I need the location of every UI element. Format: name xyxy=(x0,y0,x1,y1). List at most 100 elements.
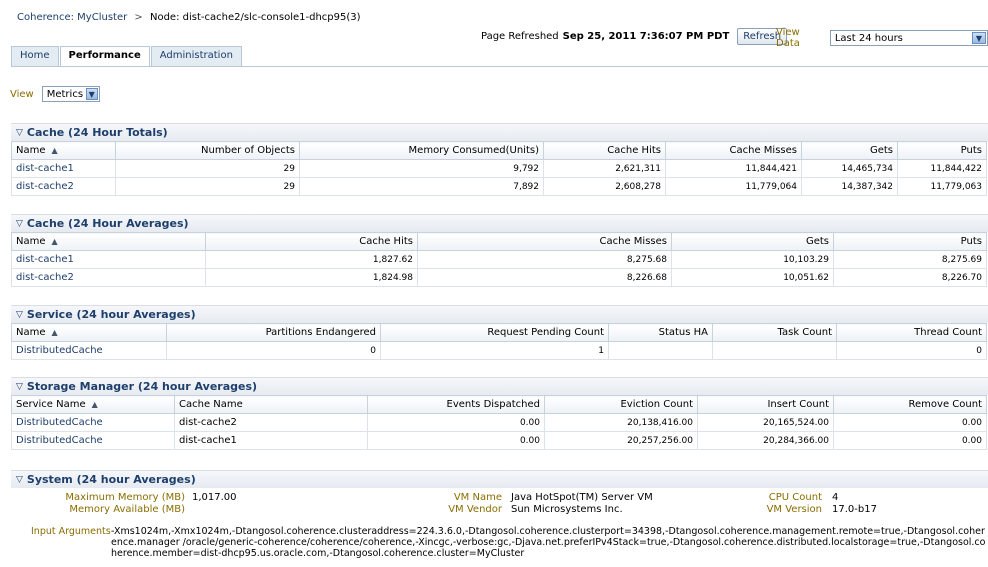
table-cell: 8,226.70 xyxy=(833,268,987,287)
tab-performance[interactable]: Performance xyxy=(59,46,150,67)
tab-home[interactable]: Home xyxy=(11,46,59,66)
collapse-icon[interactable]: ▽ xyxy=(16,219,23,229)
view-label: View xyxy=(10,88,34,100)
tab-administration[interactable]: Administration xyxy=(150,46,242,66)
cpu-count-value: 4 xyxy=(832,492,839,503)
table-cell: 8,275.68 xyxy=(417,250,672,269)
cache-averages-header[interactable]: ▽ Cache (24 Hour Averages) xyxy=(11,214,988,232)
column-header[interactable]: Puts xyxy=(833,232,987,251)
page-refreshed-value: Sep 25, 2011 7:36:07 PM PDT xyxy=(562,30,730,42)
table-cell: 8,275.69 xyxy=(833,250,987,269)
table-row: DistributedCache dist-cache1 0.00 20,257… xyxy=(11,431,987,450)
vm-vendor-label: VM Vendor xyxy=(448,504,502,515)
table-cell: 10,103.29 xyxy=(671,250,834,269)
table-cell: 11,779,063 xyxy=(897,177,987,196)
cache-totals-header[interactable]: ▽ Cache (24 Hour Totals) xyxy=(11,123,988,141)
column-header[interactable]: Insert Count xyxy=(697,395,834,414)
service-header[interactable]: ▽ Service (24 hour Averages) xyxy=(11,305,988,323)
sort-ascending-icon[interactable]: ▲ xyxy=(52,328,58,337)
storage-table: Service Name ▲ Cache Name Events Dispatch… xyxy=(11,395,987,450)
breadcrumb-node: Node: dist-cache2/slc-console1-dhcp95(3) xyxy=(149,12,361,23)
table-cell: 1,827.62 xyxy=(205,250,418,269)
column-header[interactable]: Task Count xyxy=(712,323,837,342)
storage-title: Storage Manager (24 hour Averages) xyxy=(26,380,258,393)
column-header-name[interactable]: Name ▲ xyxy=(11,232,206,251)
table-cell: 20,138,416.00 xyxy=(544,413,698,432)
vm-vendor-value: Sun Microsystems Inc. xyxy=(511,504,623,515)
table-row: dist-cache1 29 9,792 2,621,311 11,844,42… xyxy=(11,159,987,178)
column-header[interactable]: Remove Count xyxy=(833,395,987,414)
cache-totals-section: ▽ Cache (24 Hour Totals) Name ▲ Number of… xyxy=(11,123,988,196)
column-header-name[interactable]: Name ▲ xyxy=(11,323,167,342)
column-header[interactable]: Cache Misses xyxy=(417,232,672,251)
column-header[interactable]: Cache Hits xyxy=(543,141,666,160)
view-data-value: Last 24 hours xyxy=(834,32,903,44)
table-cell: 11,779,064 xyxy=(665,177,802,196)
collapse-icon[interactable]: ▽ xyxy=(16,128,23,138)
table-cell: 14,465,734 xyxy=(801,159,898,178)
column-header[interactable]: Partitions Endangered xyxy=(166,323,381,342)
column-header[interactable]: Cache Hits xyxy=(205,232,418,251)
column-header[interactable]: Puts xyxy=(897,141,987,160)
table-cell: 0.00 xyxy=(367,431,545,450)
column-header[interactable]: Memory Consumed(Units) xyxy=(299,141,544,160)
column-header[interactable]: Gets xyxy=(671,232,834,251)
cache-averages-title: Cache (24 Hour Averages) xyxy=(26,217,189,230)
view-data: View Data Last 24 hours ▼ xyxy=(776,27,988,49)
memory-labels: Maximum Memory (MB) Memory Available (MB… xyxy=(40,492,185,516)
table-cell: dist-cache1 xyxy=(174,431,368,450)
cache-link[interactable]: dist-cache1 xyxy=(11,159,116,178)
vm-values: Java HotSpot(TM) Server VM Sun Microsyst… xyxy=(511,492,653,516)
table-row: dist-cache2 29 7,892 2,608,278 11,779,06… xyxy=(11,177,987,196)
service-link[interactable]: DistributedCache xyxy=(11,431,175,450)
max-memory-label: Maximum Memory (MB) xyxy=(65,492,185,503)
service-title: Service (24 hour Averages) xyxy=(26,308,196,321)
column-header[interactable]: Gets xyxy=(801,141,898,160)
service-link[interactable]: DistributedCache xyxy=(11,413,175,432)
collapse-icon[interactable]: ▽ xyxy=(16,475,23,485)
cache-link[interactable]: dist-cache2 xyxy=(11,268,206,287)
table-cell: 8,226.68 xyxy=(417,268,672,287)
cpu-count-label: CPU Count xyxy=(768,492,822,503)
view-data-select[interactable]: Last 24 hours ▼ xyxy=(829,30,988,46)
system-header[interactable]: ▽ System (24 hour Averages) xyxy=(11,470,988,488)
column-header[interactable]: Cache Misses xyxy=(665,141,802,160)
column-header[interactable]: Number of Objects xyxy=(115,141,300,160)
column-header[interactable]: Request Pending Count xyxy=(380,323,609,342)
chevron-down-icon[interactable]: ▼ xyxy=(972,32,986,44)
column-header[interactable]: Eviction Count xyxy=(544,395,698,414)
table-row: dist-cache2 1,824.98 8,226.68 10,051.62 … xyxy=(11,268,987,287)
column-header[interactable]: Cache Name xyxy=(174,395,368,414)
chevron-down-icon[interactable]: ▼ xyxy=(85,88,98,100)
storage-header[interactable]: ▽ Storage Manager (24 hour Averages) xyxy=(11,377,988,395)
cache-link[interactable]: dist-cache1 xyxy=(11,250,206,269)
cache-link[interactable]: dist-cache2 xyxy=(11,177,116,196)
column-header[interactable]: Events Dispatched xyxy=(367,395,545,414)
sort-ascending-icon[interactable]: ▲ xyxy=(52,237,58,246)
system-title: System (24 hour Averages) xyxy=(26,473,196,486)
cache-totals-title: Cache (24 Hour Totals) xyxy=(26,126,168,139)
sort-ascending-icon[interactable]: ▲ xyxy=(92,400,98,409)
column-header[interactable]: Status HA xyxy=(608,323,713,342)
breadcrumb-cluster-link[interactable]: Coherence: MyCluster xyxy=(17,12,127,23)
column-header-name[interactable]: Name ▲ xyxy=(11,141,116,160)
table-cell: 29 xyxy=(115,159,300,178)
table-cell: 10,051.62 xyxy=(671,268,834,287)
page-refreshed-label: Page Refreshed xyxy=(481,30,559,42)
column-header[interactable]: Thread Count xyxy=(836,323,987,342)
view-data-label: View Data xyxy=(776,27,800,49)
table-cell xyxy=(712,341,837,360)
collapse-icon[interactable]: ▽ xyxy=(16,382,23,392)
input-arguments: Input Arguments -Xms1024m,-Xmx1024m,-Dta… xyxy=(31,526,988,559)
service-link[interactable]: DistributedCache xyxy=(11,341,167,360)
table-row: dist-cache1 1,827.62 8,275.68 10,103.29 … xyxy=(11,250,987,269)
vm-version-value: 17.0-b17 xyxy=(832,504,877,515)
column-header-service-name[interactable]: Service Name ▲ xyxy=(11,395,175,414)
tab-bar: Home Performance Administration xyxy=(11,46,243,67)
vm-name-value: Java HotSpot(TM) Server VM xyxy=(511,492,653,503)
sort-ascending-icon[interactable]: ▲ xyxy=(52,146,58,155)
table-cell: 20,257,256.00 xyxy=(544,431,698,450)
view-select[interactable]: Metrics ▼ xyxy=(41,86,100,102)
memory-values: 1,017.00 xyxy=(192,492,237,516)
collapse-icon[interactable]: ▽ xyxy=(16,310,23,320)
